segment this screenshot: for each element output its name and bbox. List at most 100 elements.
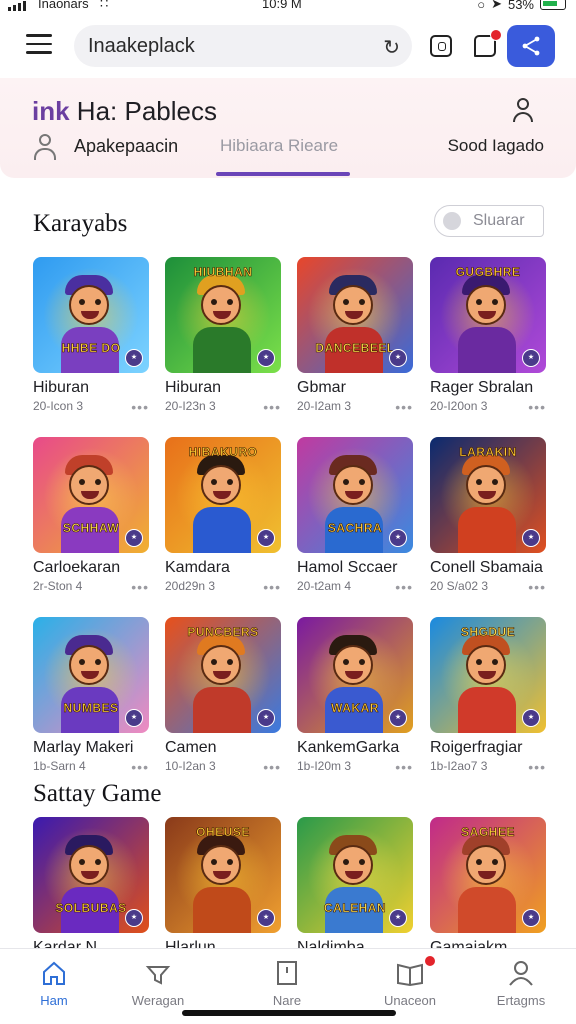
game-meta: 20-I23n 3 ••• (165, 399, 281, 415)
game-card[interactable]: HIUBHAN ★ Hiburan 20-I23n 3 ••• (165, 257, 281, 415)
game-thumbnail[interactable]: SCHHAW ★ (33, 437, 149, 553)
game-meta-text: 2r-Ston 4 (33, 579, 83, 593)
search-bar[interactable]: ↻ (74, 25, 412, 67)
game-logo: LARAKIN (459, 445, 517, 460)
section-title: Karayabs (33, 210, 128, 237)
game-card[interactable]: CALEHAN★Naldimba (297, 817, 413, 957)
more-options-icon[interactable]: ••• (395, 579, 413, 595)
game-thumbnail[interactable]: NUMBES ★ (33, 617, 149, 733)
nav-item-unaceon[interactable]: Unaceon (360, 955, 460, 1008)
chat-icon[interactable] (474, 29, 502, 57)
share-button[interactable] (507, 25, 555, 67)
game-thumbnail[interactable]: SOLBUBAS ★ (33, 817, 149, 933)
game-thumbnail[interactable]: SHGDUE ★ (430, 617, 546, 733)
tab-sood-iagado[interactable]: Sood Iagado (448, 136, 544, 156)
game-thumbnail[interactable]: OHEUSE ★ (165, 817, 281, 933)
avatar[interactable] (32, 134, 58, 160)
more-options-icon[interactable]: ••• (528, 579, 546, 595)
more-options-icon[interactable]: ••• (395, 759, 413, 775)
game-card[interactable]: SCHHAW ★ Carloekaran 2r-Ston 4 ••• (33, 437, 149, 595)
notification-dot (424, 955, 436, 967)
bookmark-icon (237, 959, 337, 987)
game-thumbnail[interactable]: CALEHAN ★ (297, 817, 413, 933)
game-meta-text: 20d29n 3 (165, 579, 216, 593)
game-meta: 20-t2am 4 ••• (297, 579, 413, 595)
game-meta: 10-I2an 3 ••• (165, 759, 281, 775)
game-card[interactable]: DANCEBEEL ★ Gbmar 20-I2am 3 ••• (297, 257, 413, 415)
account-icon[interactable] (512, 98, 534, 122)
tab-hibiaara-rieare[interactable]: Hibiaara Rieare (220, 136, 338, 156)
game-card[interactable]: SAGHEE★Gamaiakm (430, 817, 546, 957)
nav-item-weragan[interactable]: Weragan (108, 959, 208, 1008)
game-meta: 20-I2am 3 ••• (297, 399, 413, 415)
refresh-icon[interactable]: ↻ (383, 35, 400, 60)
game-card[interactable]: LARAKIN ★ Conell Sbamaia 20 S/a02 3 ••• (430, 437, 546, 595)
game-thumbnail[interactable]: WAKAR ★ (297, 617, 413, 733)
more-options-icon[interactable]: ••• (131, 579, 149, 595)
more-options-icon[interactable]: ••• (528, 759, 546, 775)
rating-badge-icon: ★ (522, 349, 540, 367)
game-meta: 1b-I20m 3 ••• (297, 759, 413, 775)
game-card[interactable]: OHEUSE★Hlarlun (165, 817, 281, 957)
game-meta: 20d29n 3 ••• (165, 579, 281, 595)
game-thumbnail[interactable]: DANCEBEEL ★ (297, 257, 413, 373)
game-thumbnail[interactable]: SACHRA ★ (297, 437, 413, 553)
game-card[interactable]: WAKAR ★ KankemGarka 1b-I20m 3 ••• (297, 617, 413, 775)
game-thumbnail[interactable]: HIBAKURO ★ (165, 437, 281, 553)
rating-badge-icon: ★ (389, 909, 407, 927)
more-options-icon[interactable]: ••• (131, 759, 149, 775)
game-meta: 20-I20on 3 ••• (430, 399, 546, 415)
game-title: Hiburan (33, 379, 90, 396)
game-card[interactable]: PUNCBERS ★ Camen 10-I2an 3 ••• (165, 617, 281, 775)
game-card[interactable]: HHBE DO ★ Hiburan 20-Icon 3 ••• (33, 257, 149, 415)
rating-badge-icon: ★ (125, 529, 143, 547)
menu-icon[interactable] (26, 34, 52, 56)
game-card[interactable]: SHGDUE ★ Roigerfragiar 1b-I2ao7 3 ••• (430, 617, 546, 775)
more-options-icon[interactable]: ••• (528, 399, 546, 415)
more-options-icon[interactable]: ••• (395, 399, 413, 415)
game-card[interactable]: HIBAKURO ★ Kamdara 20d29n 3 ••• (165, 437, 281, 595)
discover-icon (108, 959, 208, 987)
more-options-icon[interactable]: ••• (263, 579, 281, 595)
wifi-icon: ∷ (100, 0, 109, 11)
game-title: Marlay Makeri (33, 739, 134, 756)
nav-item-ham[interactable]: Ham (4, 959, 104, 1008)
game-card[interactable]: SOLBUBAS★Kardar N (33, 817, 149, 957)
home-indicator[interactable] (182, 1010, 396, 1016)
rating-badge-icon: ★ (125, 909, 143, 927)
page-header: ink Ha: Pablecs Apakepaacin Hibiaara Rie… (0, 78, 576, 178)
tab-apakepaacin[interactable]: Apakepaacin (74, 136, 178, 157)
game-title: Kamdara (165, 559, 230, 576)
game-logo: HIUBHAN (193, 265, 253, 280)
nav-item-ertagms[interactable]: Ertagms (471, 959, 571, 1008)
game-title: Gbmar (297, 379, 346, 396)
home-icon (4, 959, 104, 987)
game-thumbnail[interactable]: GUGBHRE ★ (430, 257, 546, 373)
game-thumbnail[interactable]: SAGHEE ★ (430, 817, 546, 933)
game-logo: PUNCBERS (187, 625, 259, 640)
game-meta-text: 20-I23n 3 (165, 399, 216, 413)
game-card[interactable]: SACHRA ★ Hamol Sccaer 20-t2am 4 ••• (297, 437, 413, 595)
game-card[interactable]: NUMBES ★ Marlay Makeri 1b-Sarn 4 ••• (33, 617, 149, 775)
game-card[interactable]: GUGBHRE ★ Rager Sbralan 20-I20on 3 ••• (430, 257, 546, 415)
game-thumbnail[interactable]: HHBE DO ★ (33, 257, 149, 373)
signal-icon (8, 0, 26, 11)
filter-button[interactable]: Sluarar (434, 205, 544, 237)
more-options-icon[interactable]: ••• (131, 399, 149, 415)
game-meta: 20 S/a02 3 ••• (430, 579, 546, 595)
game-meta-text: 1b-I2ao7 3 (430, 759, 488, 773)
nav-label: Ertagms (496, 993, 546, 1008)
nav-label: Nare (272, 993, 302, 1008)
game-thumbnail[interactable]: HIUBHAN ★ (165, 257, 281, 373)
camera-icon[interactable] (430, 35, 452, 57)
search-input[interactable] (88, 34, 368, 58)
more-options-icon[interactable]: ••• (263, 759, 281, 775)
game-thumbnail[interactable]: PUNCBERS ★ (165, 617, 281, 733)
game-meta: 2r-Ston 4 ••• (33, 579, 149, 595)
top-bar: ↻ (0, 14, 576, 78)
more-options-icon[interactable]: ••• (263, 399, 281, 415)
game-thumbnail[interactable]: LARAKIN ★ (430, 437, 546, 553)
nav-item-nare[interactable]: Nare (237, 959, 337, 1008)
game-meta-text: 20-Icon 3 (33, 399, 84, 413)
share-icon (522, 36, 540, 56)
